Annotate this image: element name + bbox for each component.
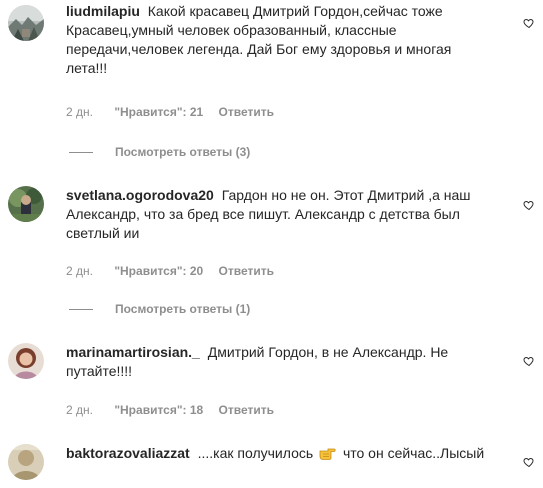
comment-meta: 2 дн. "Нравится": 20 Ответить [66,263,274,279]
comment-item: baktorazovaliazzat ....как получилось чт… [0,444,543,480]
like-heart-icon[interactable] [523,199,535,211]
comment-body-end: что он сейчас..Лысый [342,445,485,461]
replies-divider-line [69,309,93,310]
reply-button[interactable]: Ответить [219,104,274,120]
comment-time[interactable]: 2 дн. [66,104,93,120]
comment-text-block: baktorazovaliazzat ....как получилось чт… [66,444,495,463]
comment-item: liudmilapiu Какой красавец Дмитрий Гордо… [0,2,543,78]
comment-body-start: ....как получилось [197,445,314,461]
comment-text-block: liudmilapiu Какой красавец Дмитрий Гордо… [66,2,495,78]
comment-time[interactable]: 2 дн. [66,263,93,279]
comment-likes[interactable]: "Нравится": 18 [114,402,203,418]
like-heart-icon[interactable] [523,17,535,29]
user-avatar[interactable] [8,186,44,222]
view-replies-button[interactable]: Посмотреть ответы (1) [0,301,543,317]
view-replies-label: Посмотреть ответы (1) [115,302,251,316]
comment-text-block: svetlana.ogorodova20 Гардон но не он. Эт… [66,186,495,243]
like-heart-icon[interactable] [523,456,535,468]
view-replies-label: Посмотреть ответы (3) [115,145,251,159]
user-avatar-sepia-icon [8,444,44,480]
comment-time[interactable]: 2 дн. [66,402,93,418]
reply-button[interactable]: Ответить [219,402,274,418]
replies-divider-line [69,152,93,153]
user-avatar-winter-scene-icon [8,5,44,41]
comment-likes[interactable]: "Нравится": 20 [114,263,203,279]
comment-username[interactable]: svetlana.ogorodova20 [66,187,214,203]
comment-username[interactable]: marinamartirosian._ [66,344,200,360]
comment-username[interactable]: liudmilapiu [66,3,140,19]
user-avatar[interactable] [8,444,44,480]
user-avatar[interactable] [8,5,44,41]
comment-meta: 2 дн. "Нравится": 18 Ответить [66,402,274,418]
user-avatar-garden-icon [8,186,44,222]
comment-text-block: marinamartirosian._ Дмитрий Гордон, в не… [66,343,495,381]
user-avatar-portrait-icon [8,343,44,379]
comment-username[interactable]: baktorazovaliazzat [66,445,190,461]
comment-item: svetlana.ogorodova20 Гардон но не он. Эт… [0,186,543,243]
comment-meta: 2 дн. "Нравится": 21 Ответить [66,104,274,120]
view-replies-button[interactable]: Посмотреть ответы (3) [0,144,543,160]
comment-likes[interactable]: "Нравится": 21 [114,104,203,120]
user-avatar[interactable] [8,343,44,379]
pointing-hand-emoji-icon [319,448,336,460]
like-heart-icon[interactable] [523,355,535,367]
comment-item: marinamartirosian._ Дмитрий Гордон, в не… [0,343,543,381]
reply-button[interactable]: Ответить [219,263,274,279]
